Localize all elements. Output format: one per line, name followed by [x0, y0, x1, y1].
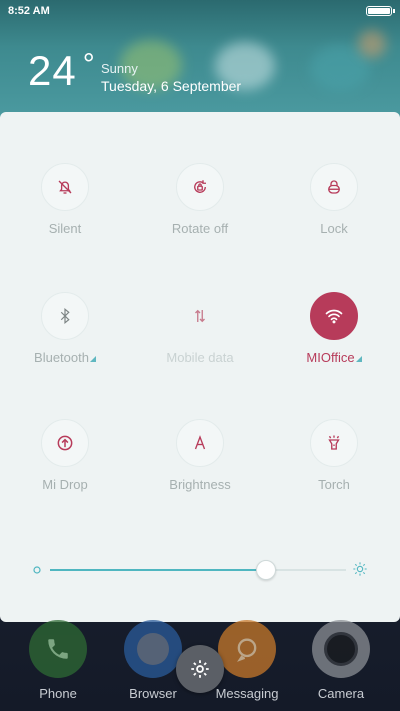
toggle-label: Mi Drop	[42, 477, 88, 492]
toggle-lock[interactable]: Lock	[274, 163, 394, 253]
toggle-circle	[310, 419, 358, 467]
toggle-circle	[310, 163, 358, 211]
phone-icon	[29, 620, 87, 678]
toggle-label: Bluetooth	[34, 350, 96, 365]
torch-icon	[328, 435, 340, 450]
toggle-label: Mobile data	[166, 350, 234, 365]
toggle-silent[interactable]: Silent	[5, 163, 125, 253]
toggle-label: Rotate off	[171, 221, 229, 236]
toggle-label: Lock	[320, 221, 348, 236]
toggle-circle	[41, 163, 89, 211]
toggle-torch[interactable]: Torch	[274, 419, 394, 509]
toggle-label: Torch	[318, 477, 350, 492]
degree-symbol: °	[82, 48, 96, 81]
bell-off-icon	[58, 180, 72, 194]
settings-button[interactable]	[176, 645, 224, 693]
toggle-circle	[176, 419, 224, 467]
browser-icon	[124, 620, 182, 678]
toggle-circle	[41, 419, 89, 467]
camera-lens	[324, 632, 358, 666]
toggle-brightness[interactable]: Brightness	[140, 419, 260, 509]
toggle-label: Brightness	[169, 477, 231, 492]
toggle-label: MIOffice	[306, 350, 362, 365]
toggle-circle	[176, 292, 224, 340]
toggle-rotate[interactable]: Rotate off	[140, 163, 260, 253]
toggle-circle	[41, 292, 89, 340]
camera-icon	[312, 620, 370, 678]
weather-date[interactable]: Tuesday, 6 September	[101, 78, 241, 94]
dock-app-phone[interactable]: Phone	[18, 620, 98, 701]
lock-icon	[328, 180, 340, 194]
bluetooth-icon	[60, 308, 70, 324]
quick-settings-panel: Silent Rotate off Lock Bluetooth Mobile …	[0, 112, 400, 622]
gear-icon	[191, 660, 209, 678]
dock-label: Messaging	[215, 686, 279, 701]
toggle-mi-drop[interactable]: Mi Drop	[5, 419, 125, 509]
brightness-high-icon	[353, 562, 367, 576]
toggle-mobile-data[interactable]: Mobile data	[140, 292, 260, 382]
brightness-slider[interactable]	[32, 560, 368, 580]
expand-corner-icon[interactable]	[89, 356, 96, 362]
slider-fill	[50, 569, 267, 571]
toggle-label-text: Bluetooth	[34, 350, 89, 365]
brightness-auto-icon	[194, 435, 206, 450]
toggle-wifi[interactable]: MIOffice	[274, 292, 394, 382]
brightness-low-icon	[33, 566, 41, 574]
dock-label: Browser	[129, 686, 177, 701]
toggle-circle	[176, 163, 224, 211]
wallpaper-blob	[358, 30, 386, 58]
toggle-circle	[310, 292, 358, 340]
status-time: 8:52 AM	[8, 5, 50, 17]
dock-app-camera[interactable]: Camera	[301, 620, 381, 701]
rotate-lock-icon	[194, 180, 206, 193]
status-bar: 8:52 AM	[0, 0, 400, 22]
browser-globe	[137, 633, 169, 665]
wifi-icon	[325, 309, 343, 324]
weather-condition: Sunny	[101, 61, 138, 76]
mi-drop-icon	[57, 435, 73, 451]
temperature-value: 24	[28, 47, 77, 94]
toggle-bluetooth[interactable]: Bluetooth	[5, 292, 125, 382]
weather-temperature[interactable]: 24 °	[28, 50, 96, 92]
toggle-label: Silent	[48, 221, 82, 236]
slider-thumb[interactable]	[256, 560, 277, 580]
toggle-label-text: MIOffice	[306, 350, 355, 365]
battery-icon	[366, 6, 395, 16]
battery-fill	[368, 8, 390, 14]
dock-label: Camera	[317, 686, 365, 701]
expand-corner-icon[interactable]	[355, 356, 362, 362]
mobile-data-icon	[195, 309, 205, 323]
messaging-icon	[218, 620, 276, 678]
dock-label: Phone	[39, 686, 77, 701]
